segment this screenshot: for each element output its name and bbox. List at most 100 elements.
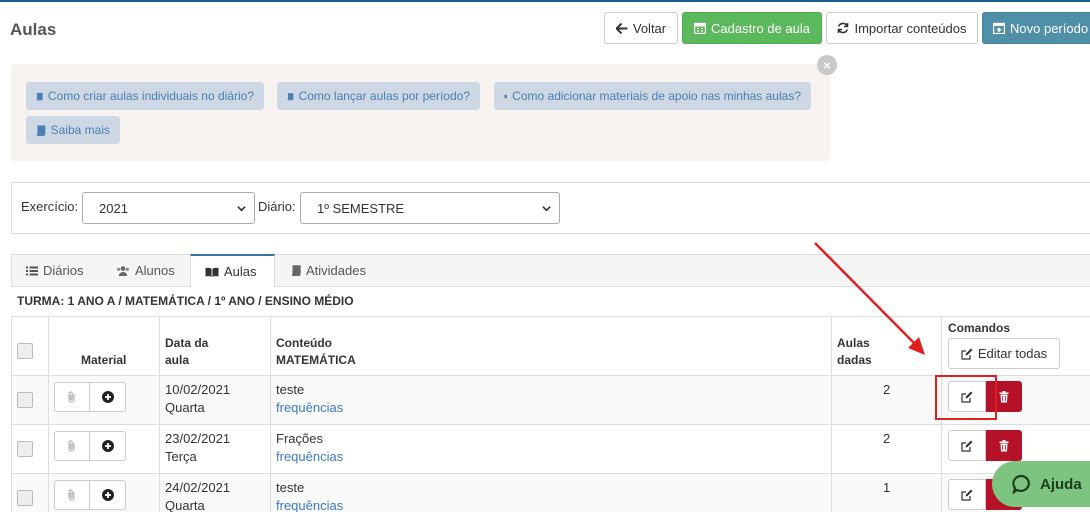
- help-link-label: Como adicionar materiais de apoio nas mi…: [512, 89, 801, 103]
- chevron-down-icon: [542, 206, 551, 212]
- grid-line: [48, 316, 49, 512]
- grid-line: [11, 424, 1090, 425]
- header-data-l2: aula: [165, 353, 190, 367]
- row-content: teste: [276, 480, 305, 495]
- row-checkbox[interactable]: [17, 441, 33, 457]
- row-content: teste: [276, 382, 305, 397]
- cadastro-label: Cadastro de aula: [710, 20, 810, 36]
- cadastro-aula-button[interactable]: Cadastro de aula: [682, 12, 822, 44]
- row-aulas-dadas: 2: [883, 382, 891, 397]
- ajuda-button[interactable]: Ajuda: [992, 461, 1090, 507]
- edit-icon: [961, 348, 973, 360]
- grid-line: [11, 473, 1090, 474]
- plus-circle-icon: [101, 391, 114, 403]
- add-material-button[interactable]: [90, 431, 126, 461]
- edit-icon: [961, 440, 973, 452]
- material-actions: [54, 480, 126, 510]
- editar-todas-label: Editar todas: [977, 346, 1048, 361]
- material-actions: [54, 431, 126, 461]
- book-icon: [36, 124, 46, 136]
- row-weekday: Terça: [165, 449, 197, 464]
- attach-button[interactable]: [54, 382, 90, 412]
- edit-icon: [961, 489, 973, 501]
- chat-bubble-icon: [1012, 474, 1030, 494]
- diario-label: Diário:: [258, 199, 296, 214]
- paperclip-icon: [68, 440, 75, 452]
- help-link-label: Como criar aulas individuais no diário?: [47, 89, 254, 103]
- chevron-down-icon: [237, 206, 246, 212]
- book-open-icon: [205, 267, 219, 277]
- book-icon: [287, 92, 294, 100]
- grid-line: [11, 375, 1090, 376]
- diario-select[interactable]: 1º SEMESTRE: [300, 192, 560, 224]
- help-link-label: Como lançar aulas por período?: [298, 89, 470, 103]
- add-material-button[interactable]: [90, 480, 126, 510]
- close-help-button[interactable]: ×: [817, 55, 837, 75]
- tab-alunos[interactable]: Alunos: [102, 254, 189, 287]
- row-weekday: Quarta: [165, 498, 205, 512]
- tab-aulas[interactable]: Aulas: [190, 254, 275, 288]
- tab-atividades[interactable]: Atividades: [277, 254, 380, 287]
- edit-aula-button[interactable]: [948, 430, 986, 461]
- novo-periodo-button[interactable]: Novo período: [982, 12, 1090, 44]
- row-content: Frações: [276, 431, 323, 446]
- voltar-label: Voltar: [632, 20, 667, 36]
- row-aulas-dadas: 1: [883, 480, 891, 495]
- page-title: Aulas: [10, 20, 57, 39]
- top-border: [0, 0, 1090, 2]
- turma-title: TURMA: 1 ANO A / MATEMÁTICA / 1º ANO / E…: [17, 294, 354, 308]
- row-checkbox[interactable]: [17, 490, 33, 506]
- header-conteudo-l1: Conteúdo: [276, 336, 332, 350]
- book-icon: [504, 94, 508, 98]
- attach-button[interactable]: [54, 480, 90, 510]
- importar-conteudos-button[interactable]: Importar conteúdos: [826, 12, 978, 44]
- row-checkbox[interactable]: [17, 392, 33, 408]
- exercicio-select[interactable]: 2021: [82, 192, 255, 224]
- edit-aula-button[interactable]: [948, 479, 986, 510]
- row-date: 23/02/2021: [165, 431, 231, 446]
- book-icon: [291, 265, 301, 276]
- diario-value: 1º SEMESTRE: [317, 200, 405, 216]
- editar-todas-button[interactable]: Editar todas: [948, 338, 1060, 369]
- trash-icon: [999, 439, 1009, 451]
- highlight-box: [935, 375, 997, 420]
- grid-line: [159, 316, 160, 512]
- importar-label: Importar conteúdos: [854, 20, 967, 36]
- calendar-icon: [693, 22, 706, 34]
- header-material: Material: [81, 353, 127, 367]
- header-conteudo-l2: MATEMÁTICA: [276, 353, 356, 367]
- book-icon: [36, 92, 43, 100]
- help-link-aulas-periodo[interactable]: Como lançar aulas por período?: [277, 82, 480, 110]
- help-panel: [11, 64, 830, 161]
- attach-button[interactable]: [54, 431, 90, 461]
- trash-icon: [999, 390, 1009, 402]
- arrow-left-icon: [615, 22, 628, 34]
- help-link-aulas-individuais[interactable]: Como criar aulas individuais no diário?: [26, 82, 264, 110]
- novo-label: Novo período: [1010, 20, 1089, 36]
- frequencias-link[interactable]: frequências: [276, 497, 343, 512]
- voltar-button[interactable]: Voltar: [604, 12, 678, 44]
- help-link-materiais-apoio[interactable]: Como adicionar materiais de apoio nas mi…: [494, 82, 811, 110]
- add-material-button[interactable]: [90, 382, 126, 412]
- exercicio-label: Exercício:: [21, 199, 79, 214]
- refresh-icon: [838, 22, 849, 34]
- grid-line: [270, 316, 271, 512]
- row-date: 24/02/2021: [165, 480, 231, 495]
- plus-circle-icon: [101, 440, 114, 452]
- list-icon: [26, 266, 38, 275]
- frequencias-link[interactable]: frequências: [276, 399, 343, 417]
- frequencias-link[interactable]: frequências: [276, 448, 343, 466]
- tab-diarios[interactable]: Diários: [12, 254, 97, 287]
- header-data-l1: Data da: [165, 336, 209, 350]
- select-all-checkbox[interactable]: [17, 343, 33, 359]
- plus-circle-icon: [101, 489, 114, 501]
- header-comandos: Comandos: [948, 321, 1011, 335]
- help-link-saiba-mais[interactable]: Saiba mais: [26, 116, 120, 144]
- delete-aula-button[interactable]: [986, 430, 1022, 461]
- paperclip-icon: [68, 489, 75, 501]
- annotation-arrow: [814, 242, 925, 355]
- tab-label: Atividades: [306, 263, 366, 278]
- help-link-label: Saiba mais: [50, 123, 110, 137]
- users-icon: [117, 265, 129, 276]
- material-actions: [54, 382, 126, 412]
